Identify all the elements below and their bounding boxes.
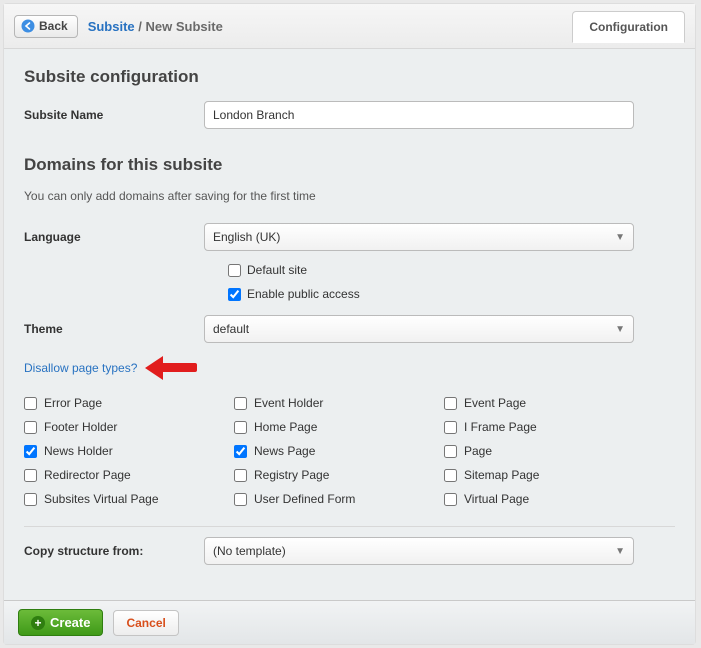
- create-button[interactable]: + Create: [18, 609, 103, 636]
- row-subsite-name: Subsite Name: [24, 101, 675, 129]
- checkbox[interactable]: [444, 397, 457, 410]
- divider: [24, 526, 675, 527]
- row-copy-structure: Copy structure from: (No template) ▼: [24, 537, 675, 565]
- page-type-checkbox[interactable]: News Holder: [24, 444, 234, 458]
- input-subsite-name[interactable]: [204, 101, 634, 129]
- back-arrow-icon: [21, 19, 35, 33]
- plus-icon: +: [31, 616, 45, 630]
- page-type-label: User Defined Form: [254, 492, 355, 506]
- label-copy-structure: Copy structure from:: [24, 544, 204, 558]
- page-type-checkbox[interactable]: I Frame Page: [444, 420, 654, 434]
- page-type-checkbox[interactable]: Event Page: [444, 396, 654, 410]
- annotation-arrow-icon: [143, 355, 201, 380]
- label-public-access: Enable public access: [247, 287, 360, 301]
- row-default-site: Default site: [228, 263, 675, 277]
- page-type-label: Error Page: [44, 396, 102, 410]
- page-type-label: Registry Page: [254, 468, 329, 482]
- create-label: Create: [50, 615, 90, 630]
- chevron-down-icon: ▼: [615, 232, 625, 243]
- chevron-down-icon: ▼: [615, 546, 625, 557]
- footer: + Create Cancel: [4, 600, 695, 644]
- page-type-checkbox[interactable]: News Page: [234, 444, 444, 458]
- page-type-checkbox[interactable]: Footer Holder: [24, 420, 234, 434]
- page-type-checkbox[interactable]: Sitemap Page: [444, 468, 654, 482]
- section-title-domains: Domains for this subsite: [24, 155, 675, 175]
- page-type-label: News Holder: [44, 444, 113, 458]
- label-default-site: Default site: [247, 263, 307, 277]
- section-title-config: Subsite configuration: [24, 67, 675, 87]
- checkbox[interactable]: [234, 493, 247, 506]
- checkbox[interactable]: [234, 469, 247, 482]
- checkbox[interactable]: [444, 493, 457, 506]
- page-types-grid: Error Page Event Holder Event Page Footer H…: [24, 396, 675, 506]
- breadcrumb-current: New Subsite: [146, 19, 223, 34]
- page-type-checkbox[interactable]: Redirector Page: [24, 468, 234, 482]
- label-subsite-name: Subsite Name: [24, 108, 204, 122]
- select-language[interactable]: English (UK) ▼: [204, 223, 634, 251]
- page-type-checkbox[interactable]: Event Holder: [234, 396, 444, 410]
- row-public-access: Enable public access: [228, 287, 675, 301]
- chevron-down-icon: ▼: [615, 324, 625, 335]
- checkbox-default-site[interactable]: [228, 264, 241, 277]
- select-theme[interactable]: default ▼: [204, 315, 634, 343]
- page-type-checkbox[interactable]: Home Page: [234, 420, 444, 434]
- checkbox[interactable]: [444, 421, 457, 434]
- checkbox-public-access[interactable]: [228, 288, 241, 301]
- topbar: Back Subsite / New Subsite Configuration: [4, 4, 695, 49]
- back-label: Back: [39, 19, 68, 33]
- page-type-label: Subsites Virtual Page: [44, 492, 159, 506]
- page-type-checkbox[interactable]: User Defined Form: [234, 492, 444, 506]
- label-theme: Theme: [24, 322, 204, 336]
- checkbox[interactable]: [234, 421, 247, 434]
- checkbox[interactable]: [444, 469, 457, 482]
- page-type-label: Footer Holder: [44, 420, 117, 434]
- cancel-button[interactable]: Cancel: [113, 610, 178, 636]
- page-type-label: Event Page: [464, 396, 526, 410]
- page-type-checkbox[interactable]: Subsites Virtual Page: [24, 492, 234, 506]
- page-type-label: Sitemap Page: [464, 468, 539, 482]
- checkbox[interactable]: [234, 445, 247, 458]
- checkbox[interactable]: [24, 469, 37, 482]
- row-theme: Theme default ▼: [24, 315, 675, 343]
- page-type-checkbox[interactable]: Error Page: [24, 396, 234, 410]
- checkbox[interactable]: [24, 397, 37, 410]
- tab-configuration[interactable]: Configuration: [572, 11, 685, 43]
- page-type-checkbox[interactable]: Registry Page: [234, 468, 444, 482]
- select-language-value: English (UK): [213, 230, 280, 244]
- checkbox[interactable]: [24, 493, 37, 506]
- page-type-label: Event Holder: [254, 396, 323, 410]
- breadcrumb: Subsite / New Subsite: [88, 19, 223, 34]
- page-type-checkbox[interactable]: Virtual Page: [444, 492, 654, 506]
- page-type-label: Home Page: [254, 420, 317, 434]
- breadcrumb-link[interactable]: Subsite: [88, 19, 135, 34]
- domains-note: You can only add domains after saving fo…: [24, 189, 675, 203]
- app-frame: Back Subsite / New Subsite Configuration…: [3, 3, 696, 645]
- row-disallow: Disallow page types?: [24, 355, 675, 380]
- content: Subsite configuration Subsite Name Domai…: [4, 49, 695, 637]
- select-copy-structure[interactable]: (No template) ▼: [204, 537, 634, 565]
- checkbox[interactable]: [24, 445, 37, 458]
- row-language: Language English (UK) ▼: [24, 223, 675, 251]
- select-copy-structure-value: (No template): [213, 544, 286, 558]
- link-disallow-page-types[interactable]: Disallow page types?: [24, 361, 137, 375]
- label-language: Language: [24, 230, 204, 244]
- page-type-label: Redirector Page: [44, 468, 131, 482]
- page-type-label: I Frame Page: [464, 420, 537, 434]
- page-type-checkbox[interactable]: Page: [444, 444, 654, 458]
- back-button[interactable]: Back: [14, 15, 78, 38]
- checkbox[interactable]: [24, 421, 37, 434]
- page-type-label: News Page: [254, 444, 315, 458]
- page-type-label: Virtual Page: [464, 492, 529, 506]
- select-theme-value: default: [213, 322, 249, 336]
- topbar-left: Back Subsite / New Subsite: [14, 15, 223, 38]
- checkbox[interactable]: [234, 397, 247, 410]
- page-type-label: Page: [464, 444, 492, 458]
- checkbox[interactable]: [444, 445, 457, 458]
